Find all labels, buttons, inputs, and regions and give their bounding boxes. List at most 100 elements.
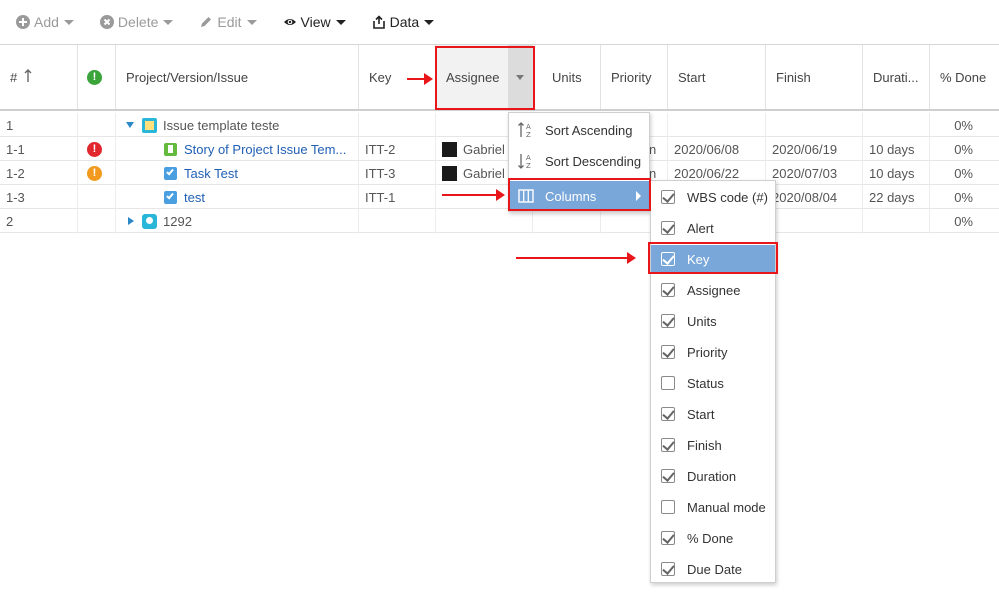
- checkbox[interactable]: [661, 438, 675, 452]
- avatar: [442, 165, 457, 181]
- svg-text:Z: Z: [526, 162, 531, 170]
- column-toggle-priority[interactable]: Priority: [651, 338, 775, 366]
- toolbar: Add Delete Edit View Data: [0, 0, 999, 45]
- row-alert: [78, 209, 116, 233]
- svg-text:A: A: [526, 154, 531, 162]
- column-header-priority[interactable]: Priority: [601, 45, 668, 109]
- checkbox[interactable]: [661, 562, 675, 576]
- task-checkbox-icon: [164, 166, 177, 180]
- checkbox[interactable]: [661, 314, 675, 328]
- sort-descending-item[interactable]: AZ Sort Descending: [509, 146, 649, 176]
- checkbox[interactable]: [661, 283, 675, 297]
- column-toggle-finish[interactable]: Finish: [651, 431, 775, 459]
- row-name[interactable]: Issue template teste: [116, 113, 359, 137]
- row-done: 0%: [954, 165, 973, 181]
- column-header-wbs-label: #: [10, 69, 18, 85]
- checkbox[interactable]: [661, 190, 675, 204]
- row-finish: 2020/08/04: [766, 185, 863, 209]
- checkbox[interactable]: [661, 407, 675, 421]
- checkbox[interactable]: [661, 531, 675, 545]
- checkbox[interactable]: [661, 376, 675, 390]
- chevron-down-icon: [63, 19, 74, 25]
- add-button[interactable]: Add: [16, 14, 74, 30]
- column-header-units[interactable]: Units: [533, 45, 601, 109]
- sort-ascending-item[interactable]: AZ Sort Ascending: [509, 115, 649, 145]
- expand-right-icon[interactable]: [128, 217, 134, 225]
- column-toggle-status[interactable]: Status: [651, 369, 775, 397]
- table-row[interactable]: 1 Issue template teste 0%: [0, 113, 999, 137]
- row-wbs: 1-1: [0, 137, 78, 161]
- eye-icon: [283, 15, 297, 29]
- checkbox[interactable]: [661, 469, 675, 483]
- avatar: [442, 141, 457, 157]
- row-assignee: [436, 209, 533, 233]
- arrow-right-icon: [442, 189, 505, 201]
- row-done: 0%: [954, 213, 973, 229]
- table-row[interactable]: 1-2 ! Task Test ITT-3 Gabriel n 2020/06/…: [0, 161, 999, 185]
- column-header-finish[interactable]: Finish: [766, 45, 863, 109]
- column-toggle-label: Due Date: [687, 561, 742, 577]
- column-toggle-units[interactable]: Units: [651, 307, 775, 335]
- chevron-down-icon: [163, 19, 174, 25]
- highlight-box-assignee: [435, 46, 535, 110]
- row-name[interactable]: Task Test: [116, 161, 359, 185]
- column-toggle-alert[interactable]: Alert: [651, 214, 775, 242]
- column-header-project[interactable]: Project/Version/Issue: [116, 45, 359, 109]
- row-finish: [766, 209, 863, 233]
- row-name[interactable]: 1292: [116, 209, 359, 233]
- delete-label: Delete: [117, 14, 159, 30]
- checkbox[interactable]: [661, 345, 675, 359]
- sort-ascending-label: Sort Ascending: [545, 122, 633, 138]
- column-toggle-assignee[interactable]: Assignee: [651, 276, 775, 304]
- row-name-text: Issue template teste: [163, 117, 280, 133]
- column-toggle-start[interactable]: Start: [651, 400, 775, 428]
- sort-ascending-icon: AZ: [517, 121, 535, 139]
- row-key: ITT-3: [359, 161, 436, 185]
- column-toggle-done[interactable]: % Done: [651, 524, 775, 552]
- svg-text:A: A: [526, 123, 531, 131]
- chevron-down-icon: [424, 19, 435, 25]
- data-button[interactable]: Data: [372, 14, 435, 30]
- chevron-down-icon: [246, 19, 257, 25]
- row-alert: [78, 113, 116, 137]
- expand-down-icon[interactable]: [126, 122, 134, 128]
- edit-button[interactable]: Edit: [199, 14, 257, 30]
- row-alert: !: [78, 137, 116, 161]
- plus-circle-icon: [16, 15, 30, 29]
- sort-arrow-up-icon: [24, 68, 32, 86]
- row-done: 0%: [954, 189, 973, 205]
- delete-button[interactable]: Delete: [99, 14, 174, 30]
- row-alert: !: [78, 161, 116, 185]
- table-row[interactable]: 1-1 ! Story of Project Issue Tem... ITT-…: [0, 137, 999, 161]
- column-toggle-manual-mode[interactable]: Manual mode: [651, 493, 775, 521]
- column-header-wbs[interactable]: #: [0, 45, 78, 109]
- row-start: [668, 113, 766, 137]
- row-key: ITT-1: [359, 185, 436, 209]
- column-toggle-due-date[interactable]: Due Date: [651, 555, 775, 583]
- row-done: 0%: [954, 141, 973, 157]
- row-units: [533, 209, 601, 233]
- row-wbs: 1-3: [0, 185, 78, 209]
- column-toggle-label: % Done: [687, 530, 734, 546]
- column-header-done[interactable]: % Done: [930, 45, 999, 109]
- story-icon: [164, 142, 177, 156]
- column-toggle-label: Units: [687, 313, 717, 329]
- column-toggle-duration[interactable]: Duration: [651, 462, 775, 490]
- column-toggle-label: Alert: [687, 220, 714, 236]
- column-header-start[interactable]: Start: [668, 45, 766, 109]
- column-header-alert[interactable]: !: [78, 45, 116, 109]
- checkbox[interactable]: [661, 221, 675, 235]
- row-name[interactable]: test: [116, 185, 359, 209]
- column-header-duration[interactable]: Durati...: [863, 45, 930, 109]
- export-icon: [372, 15, 386, 29]
- row-duration: 22 days: [863, 185, 930, 209]
- row-assignee-text: Gabriel: [463, 165, 505, 181]
- checkbox[interactable]: [661, 500, 675, 514]
- pencil-icon: [199, 15, 213, 29]
- table-row[interactable]: 2 1292 0%: [0, 209, 999, 233]
- row-name[interactable]: Story of Project Issue Tem...: [116, 137, 359, 161]
- view-button[interactable]: View: [283, 14, 346, 30]
- arrow-right-icon: [407, 73, 433, 85]
- column-toggle-wbs[interactable]: WBS code (#): [651, 183, 775, 211]
- row-duration: 10 days: [863, 137, 930, 161]
